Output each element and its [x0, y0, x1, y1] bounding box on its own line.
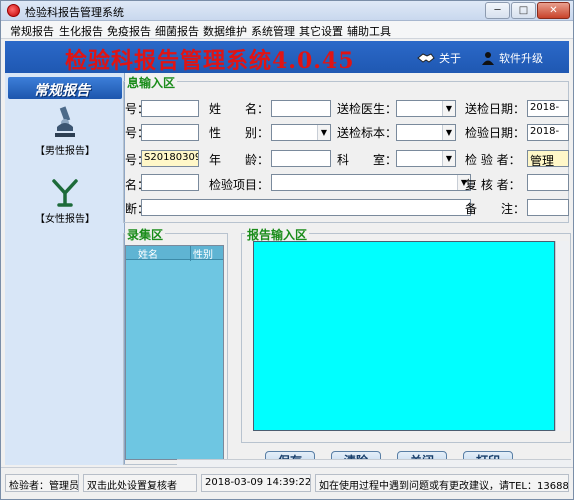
send-date-field[interactable]: 2018-: [527, 100, 569, 117]
department-select[interactable]: ▼: [396, 150, 456, 167]
test-item-label: 检验项目：: [209, 178, 270, 192]
chevron-down-icon: ▼: [317, 125, 330, 140]
examiner-field[interactable]: 管理: [527, 150, 569, 167]
sample-select[interactable]: ▼: [396, 124, 456, 141]
examiner-label: 检 验 者：: [465, 153, 521, 167]
sidebar-header[interactable]: 常规报告: [8, 77, 122, 99]
menu-routine-report[interactable]: 常规报告: [10, 23, 54, 39]
close-button[interactable]: ✕: [537, 2, 570, 19]
name-field[interactable]: [271, 100, 331, 117]
barcode-field[interactable]: S20180309: [141, 150, 199, 167]
name-label: 姓 名：: [209, 102, 270, 116]
app-icon: [7, 4, 20, 17]
main-panel: 息输入区 号： 号： 号： 名： 断： S20180309 姓 名： 性 别： …: [123, 73, 571, 473]
menu-bar: 常规报告 生化报告 免疫报告 细菌报告 数据维护 系统管理 其它设置 辅助工具: [1, 21, 573, 39]
about-link[interactable]: 关于: [417, 50, 461, 66]
menu-data-maintenance[interactable]: 数据维护: [203, 23, 247, 39]
upgrade-link[interactable]: 软件升级: [481, 50, 543, 66]
app-window: 检验科报告管理系统 ─ □ ✕ 常规报告 生化报告 免疫报告 细菌报告 数据维护…: [0, 0, 574, 500]
maximize-button[interactable]: □: [511, 2, 536, 19]
column-header-name[interactable]: 姓名: [138, 246, 158, 261]
department-label: 科 室：: [337, 153, 398, 167]
specimen-no-field[interactable]: [141, 100, 199, 117]
record-list[interactable]: 姓名 性别: [125, 245, 224, 460]
menu-biochem-report[interactable]: 生化报告: [59, 23, 103, 39]
status-datetime: 2018-03-09 14:39:22: [201, 474, 311, 492]
status-bar: 检验者：管理员 双击此处设置复核者 2018-03-09 14:39:22 如在…: [1, 467, 573, 499]
data-section-legend: 录集区: [125, 226, 166, 243]
menu-aux-tools[interactable]: 辅助工具: [347, 23, 391, 39]
bed-no-field[interactable]: [141, 124, 199, 141]
title-bar: 检验科报告管理系统 ─ □ ✕: [1, 1, 573, 21]
female-figure-icon: [52, 179, 78, 207]
report-input-area[interactable]: [253, 241, 555, 431]
patient-id-field[interactable]: [141, 174, 199, 191]
column-header-gender[interactable]: 性别: [190, 246, 213, 261]
handshake-icon: [417, 53, 435, 63]
sidebar-item-label: 【女性报告】: [35, 214, 95, 225]
record-list-header: 姓名 性别: [126, 246, 223, 261]
sidebar-item-male-report[interactable]: 【男性报告】: [15, 105, 115, 157]
microscope-icon: [55, 106, 75, 137]
send-date-label: 送检日期：: [465, 102, 526, 116]
status-feedback: 如在使用过程中遇到问题或有更改建议，请TEL：13688134885 QQ：17…: [315, 474, 569, 492]
diagnosis-field[interactable]: [141, 199, 471, 216]
sidebar: 常规报告 【男性报告】 【女性报告】: [5, 73, 125, 465]
test-item-select[interactable]: ▼: [271, 174, 471, 191]
reviewer-label: 复 核 者：: [465, 178, 521, 192]
menu-immune-report[interactable]: 免疫报告: [107, 23, 151, 39]
person-icon: [482, 52, 494, 65]
sidebar-header-label: 常规报告: [34, 83, 90, 99]
menu-system-management[interactable]: 系统管理: [251, 23, 295, 39]
sidebar-item-female-report[interactable]: 【女性报告】: [15, 177, 115, 225]
status-examiner: 检验者：管理员: [5, 474, 79, 492]
status-reviewer-hint[interactable]: 双击此处设置复核者: [83, 474, 197, 492]
age-field[interactable]: [271, 150, 331, 167]
header-banner: 检验科报告管理系统4.0.45 关于 软件升级: [5, 41, 569, 74]
gender-label: 性 别：: [209, 126, 270, 140]
minimize-button[interactable]: ─: [485, 2, 510, 19]
check-date-field[interactable]: 2018-: [527, 124, 569, 141]
sidebar-item-label: 【男性报告】: [35, 146, 95, 157]
chevron-down-icon: ▼: [442, 125, 455, 140]
about-label: 关于: [439, 52, 461, 65]
doctor-select[interactable]: ▼: [396, 100, 456, 117]
remark-label: 备 注：: [465, 202, 526, 216]
menu-bacteria-report[interactable]: 细菌报告: [155, 23, 199, 39]
reviewer-field[interactable]: [527, 174, 569, 191]
gender-select[interactable]: ▼: [271, 124, 331, 141]
menu-other-settings[interactable]: 其它设置: [299, 23, 343, 39]
info-section-legend: 息输入区: [125, 74, 178, 91]
doctor-label: 送检医生：: [337, 102, 398, 116]
sample-label: 送检标本：: [337, 126, 398, 140]
remark-field[interactable]: [527, 199, 569, 216]
app-banner-title: 检验科报告管理系统4.0.45: [65, 48, 355, 74]
upgrade-label: 软件升级: [499, 52, 543, 65]
window-title: 检验科报告管理系统: [25, 6, 124, 19]
chevron-down-icon: ▼: [442, 101, 455, 116]
check-date-label: 检验日期：: [465, 126, 526, 140]
age-label: 年 龄：: [209, 153, 270, 167]
chevron-down-icon: ▼: [442, 151, 455, 166]
vertical-scrollbar[interactable]: [555, 241, 569, 431]
